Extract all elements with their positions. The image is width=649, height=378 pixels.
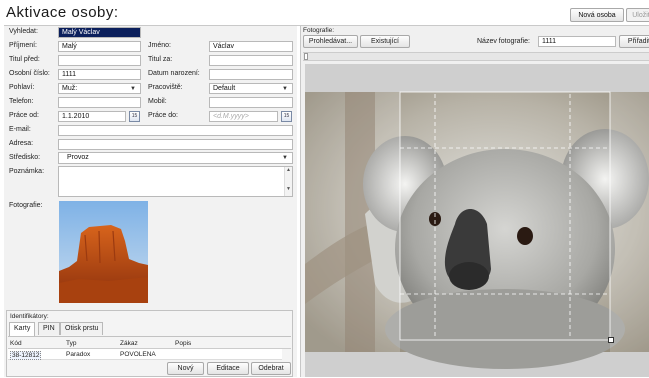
birthdate-label: Datum narození: <box>148 70 200 77</box>
gender-select[interactable]: Muž: ▼ <box>58 83 141 94</box>
zoom-slider-thumb[interactable] <box>304 53 308 60</box>
address-label: Adresa: <box>9 140 34 147</box>
note-scrollbar[interactable]: ▲ ▼ <box>284 167 292 196</box>
personal-number-input[interactable]: 1111 <box>58 69 141 80</box>
calendar-icon[interactable]: 15 <box>129 111 140 122</box>
chevron-down-icon: ▼ <box>282 155 288 161</box>
phone-input[interactable] <box>58 97 141 108</box>
center-select[interactable]: Provoz ▼ <box>58 152 293 164</box>
new-person-button[interactable]: Nová osoba <box>570 8 624 22</box>
existing-photo-button[interactable]: Existující <box>360 35 410 48</box>
title-after-label: Titul za: <box>148 56 173 63</box>
column-header-ban[interactable]: Zákaz <box>120 340 138 347</box>
browse-button[interactable]: Prohledávat... <box>303 35 358 48</box>
phone-label: Telefon: <box>9 98 34 105</box>
cell-code: 38-12812 <box>10 351 42 360</box>
column-header-description[interactable]: Popis <box>175 340 191 347</box>
surname-label: Příjmení: <box>9 42 38 49</box>
page-title: Aktivace osoby: <box>6 4 119 21</box>
column-header-code[interactable]: Kód <box>10 340 22 347</box>
note-label: Poznámka: <box>9 168 45 175</box>
personal-number-label: Osobní číslo: <box>9 70 50 77</box>
photo-name-input[interactable]: 1111 <box>538 36 616 47</box>
edit-identifier-button[interactable]: Editace <box>207 362 249 375</box>
assign-photo-button[interactable]: Přiřadit <box>619 35 649 48</box>
email-label: E-mail: <box>9 126 31 133</box>
tab-divider <box>8 336 291 337</box>
scroll-down-icon[interactable]: ▼ <box>285 186 292 192</box>
mobile-label: Mobil: <box>148 98 167 105</box>
workplace-select[interactable]: Default ▼ <box>209 83 293 94</box>
tab-cards[interactable]: Karty <box>9 322 36 336</box>
save-button[interactable]: Uložit <box>626 8 649 22</box>
photo-panel-title: Fotografie: <box>303 27 335 34</box>
gender-label: Pohlaví: <box>9 84 35 91</box>
new-identifier-button[interactable]: Nový <box>167 362 204 375</box>
work-from-input[interactable]: 1.1.2010 <box>58 111 126 122</box>
firstname-input[interactable]: Václav <box>209 41 293 52</box>
chevron-down-icon: ▼ <box>282 86 288 92</box>
search-label: Vyhledat: <box>9 28 38 35</box>
work-from-label: Práce od: <box>9 112 39 119</box>
table-row[interactable]: 38-12812 Paradox POVOLENA <box>8 349 282 360</box>
center-label: Středisko: <box>9 154 41 161</box>
mobile-input[interactable] <box>209 97 293 108</box>
search-input[interactable]: Malý Václav <box>58 27 141 38</box>
address-input[interactable] <box>58 139 293 150</box>
workplace-value: Default <box>213 85 236 92</box>
workplace-label: Pracoviště: <box>148 84 183 91</box>
chevron-down-icon: ▼ <box>130 86 136 92</box>
email-input[interactable] <box>58 125 293 136</box>
scroll-up-icon[interactable]: ▲ <box>285 167 292 173</box>
column-header-type[interactable]: Typ <box>66 340 76 347</box>
title-after-input[interactable] <box>209 55 293 66</box>
crop-resize-handle[interactable] <box>608 337 614 343</box>
cell-type: Paradox <box>66 351 91 358</box>
zoom-slider-track[interactable] <box>303 52 649 61</box>
identifiers-panel: Identifikátory: Karty PIN Otisk prstu Kó… <box>6 310 293 377</box>
calendar-icon[interactable]: 15 <box>281 111 292 122</box>
birthdate-input[interactable] <box>209 69 293 80</box>
photo-name-label: Název fotografie: <box>477 38 530 45</box>
photo-crop-canvas[interactable] <box>305 64 649 377</box>
gender-value: Muž: <box>62 85 78 92</box>
work-to-label: Práce do: <box>148 112 178 119</box>
identifiers-title: Identifikátory: <box>10 313 49 320</box>
tab-pin[interactable]: PIN <box>38 322 60 335</box>
title-before-input[interactable] <box>58 55 141 66</box>
work-to-input[interactable]: <d.M.yyyy> <box>209 111 278 122</box>
delete-identifier-button[interactable]: Odebrat <box>251 362 291 375</box>
tab-fingerprint[interactable]: Otisk prstu <box>60 322 104 335</box>
center-value: Provoz <box>67 154 89 161</box>
note-textarea[interactable] <box>58 166 293 197</box>
title-before-label: Titul před: <box>9 56 40 63</box>
photo-label: Fotografie: <box>9 202 43 209</box>
surname-input[interactable]: Malý <box>58 41 141 52</box>
cell-ban: POVOLENA <box>120 351 156 358</box>
person-photo-thumbnail <box>59 201 148 303</box>
firstname-label: Jméno: <box>148 42 171 49</box>
